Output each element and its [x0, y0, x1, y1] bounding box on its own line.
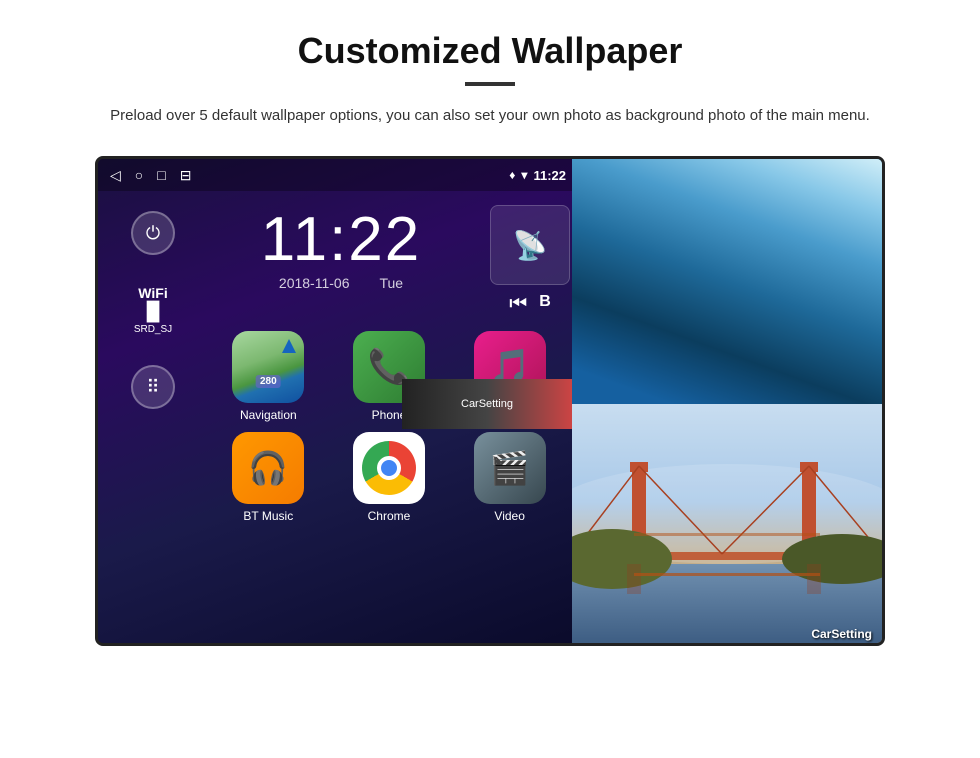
app-chrome[interactable]: Chrome — [334, 432, 445, 523]
screenshot-icon[interactable]: ⊟ — [180, 167, 192, 184]
carsetting-label-overlay: CarSetting — [811, 627, 872, 641]
video-glyph: 🎬 — [490, 449, 530, 487]
wifi-info: WiFi ▐▌ SRD_SJ — [134, 285, 172, 335]
wifi-label: WiFi — [134, 285, 172, 301]
media-controls: ⏮ B — [509, 293, 551, 316]
page-title: Customized Wallpaper — [60, 30, 920, 72]
nav-arrow — [282, 339, 296, 353]
chrome-inner-circle — [377, 456, 401, 480]
clock-date-text: 2018-11-06 — [279, 275, 350, 291]
power-button[interactable]: ⏻ — [131, 211, 175, 255]
home-icon[interactable]: ○ — [135, 167, 143, 183]
back-icon[interactable]: ◁ — [110, 167, 121, 184]
wifi-name: SRD_SJ — [134, 324, 172, 335]
btmusic-label: BT Music — [243, 509, 293, 523]
ice-cave-svg — [572, 159, 882, 404]
bridge-svg — [572, 404, 882, 646]
video-icon: 🎬 — [474, 432, 546, 504]
apps-button[interactable]: ⠿ — [131, 365, 175, 409]
app-navigation[interactable]: 280 Navigation — [213, 331, 324, 422]
carsetting-strip: CarSetting — [402, 379, 572, 429]
bluetooth-glyph: 🎧 — [248, 449, 288, 487]
sidebar: ⏻ WiFi ▐▌ SRD_SJ ⠿ — [98, 191, 208, 646]
chrome-label: Chrome — [368, 509, 411, 523]
wifi-icon: ▾ — [521, 168, 527, 182]
app-video[interactable]: 🎬 Video — [454, 432, 565, 523]
chrome-icon — [353, 432, 425, 504]
wallpaper-thumbnails: CarSetting — [572, 159, 882, 646]
page-wrapper: Customized Wallpaper Preload over 5 defa… — [0, 0, 980, 666]
wallpaper-bridge[interactable]: CarSetting — [572, 404, 882, 646]
status-time: 11:22 — [533, 168, 566, 183]
btmusic-icon: 🎧 — [232, 432, 304, 504]
nav-road-label: 280 — [256, 375, 281, 388]
navigation-icon: 280 — [232, 331, 304, 403]
status-right: ♦ ▾ 11:22 — [509, 168, 566, 183]
app-btmusic[interactable]: 🎧 BT Music — [213, 432, 324, 523]
device-frame: ◁ ○ □ ⊟ ♦ ▾ 11:22 ⏻ WiFi ▐▌ — [95, 156, 885, 646]
page-description: Preload over 5 default wallpaper options… — [60, 104, 920, 128]
next-label-icon: B — [539, 293, 551, 316]
wifi-bars: ▐▌ — [134, 301, 172, 322]
clock-media-row: 11:22 2018-11-06 Tue 📡 — [208, 191, 570, 316]
recents-icon[interactable]: □ — [157, 167, 165, 183]
radio-icon-box[interactable]: 📡 — [490, 205, 570, 285]
clock-display: 11:22 — [261, 209, 422, 271]
clock-section: 11:22 2018-11-06 Tue — [208, 201, 474, 291]
prev-track-icon[interactable]: ⏮ — [509, 293, 527, 316]
clock-date: 2018-11-06 Tue — [279, 275, 403, 291]
title-divider — [465, 82, 515, 86]
nav-icons: ◁ ○ □ ⊟ — [110, 167, 191, 184]
location-icon: ♦ — [509, 168, 515, 182]
video-label: Video — [494, 509, 524, 523]
status-bar: ◁ ○ □ ⊟ ♦ ▾ 11:22 — [98, 159, 578, 191]
radio-icon: 📡 — [513, 229, 548, 262]
media-section: 📡 ⏮ B — [490, 205, 570, 316]
navigation-label: Navigation — [240, 408, 297, 422]
clock-day-text: Tue — [379, 275, 403, 291]
carsetting-label: CarSetting — [461, 398, 513, 410]
wallpaper-ice-cave[interactable] — [572, 159, 882, 404]
